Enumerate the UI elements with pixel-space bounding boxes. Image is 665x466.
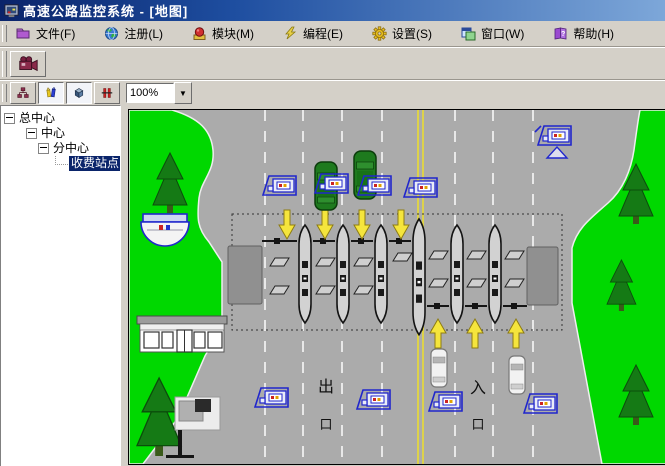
menu-window[interactable]: 窗口(W) <box>455 23 530 44</box>
org-tree-button[interactable] <box>10 82 36 104</box>
draw-pens-button[interactable] <box>38 82 64 104</box>
menu-register-label: 注册(L) <box>124 27 163 41</box>
zoom-combo: ▼ <box>126 82 192 104</box>
file-icon <box>16 28 30 39</box>
white-car <box>508 355 526 395</box>
tree-item-label[interactable]: 分中心 <box>53 141 89 156</box>
toll-island <box>450 224 464 324</box>
help-book-icon: ? <box>554 27 567 40</box>
app-window: 高速公路监控系统 - [地图] 文件(F) 注册(L) 模块(M) 编程(E) … <box>0 0 665 466</box>
toll-island <box>374 224 388 324</box>
toll-island <box>298 224 312 324</box>
zoom-dropdown-button[interactable]: ▼ <box>174 82 192 104</box>
tree-item-label-selected[interactable]: 收费站点 <box>69 156 120 171</box>
org-tree-icon <box>17 87 29 98</box>
menu-bar: 文件(F) 注册(L) 模块(M) 编程(E) 设置(S) 窗口(W) ? 帮助… <box>0 21 665 47</box>
draw-pens-icon <box>46 86 56 98</box>
menu-file-label: 文件(F) <box>36 27 76 41</box>
map-canvas[interactable]: 出 口 入 口 <box>128 109 665 465</box>
entrance-label-char1: 入 <box>470 380 486 397</box>
camcorder-icon <box>19 55 38 71</box>
menu-settings[interactable]: 设置(S) <box>366 23 438 44</box>
toll-island <box>488 224 502 324</box>
toll-island <box>336 224 350 324</box>
svg-text:?: ? <box>561 31 565 38</box>
collapse-box-icon[interactable] <box>26 128 37 139</box>
register-globe-icon <box>105 27 119 40</box>
tree-connector <box>55 156 68 165</box>
map-pane: 出 口 入 口 <box>121 105 665 466</box>
menu-file[interactable]: 文件(F) <box>10 23 81 44</box>
menu-module-label: 模块(M) <box>212 27 254 41</box>
barrier-block-right <box>526 246 559 306</box>
menu-settings-label: 设置(S) <box>392 27 432 41</box>
exit-label-char1: 出 <box>318 378 334 396</box>
menu-grip[interactable] <box>2 25 7 42</box>
toll-office-building <box>136 315 228 353</box>
program-lightning-icon <box>285 26 297 40</box>
menu-register[interactable]: 注册(L) <box>98 23 169 44</box>
chevron-down-icon: ▼ <box>179 88 187 98</box>
menu-help[interactable]: ? 帮助(H) <box>547 23 620 44</box>
toolbar-view-grip[interactable] <box>2 84 7 102</box>
cube-3d-icon <box>74 88 84 99</box>
tree-item-subcenter[interactable]: 分中心 <box>1 141 120 156</box>
zoom-input[interactable] <box>126 83 174 103</box>
window-title: 高速公路监控系统 - [地图] <box>23 4 189 19</box>
gate-pillars-icon <box>101 88 113 98</box>
content-area: 总中心 中心 分中心 收费站点 出 口 入 口 <box>0 105 665 466</box>
menu-program[interactable]: 编程(E) <box>277 23 349 44</box>
gate-pillars-button[interactable] <box>94 82 120 104</box>
tree-item-center[interactable]: 中心 <box>1 126 120 141</box>
video-camera-button[interactable] <box>10 50 46 77</box>
module-icon <box>193 27 206 40</box>
menu-module[interactable]: 模块(M) <box>186 23 260 44</box>
barrier-block-left <box>227 245 263 305</box>
tree-item-label[interactable]: 总中心 <box>19 111 55 126</box>
menu-window-label: 窗口(W) <box>481 27 525 41</box>
toolbar-view: ▼ <box>0 80 665 105</box>
collapse-box-icon[interactable] <box>38 143 49 154</box>
tree-item-label[interactable]: 中心 <box>41 126 65 141</box>
settings-gear-icon <box>372 26 387 41</box>
tree-panel: 总中心 中心 分中心 收费站点 <box>0 105 121 466</box>
white-car <box>430 348 448 388</box>
entrance-label-char2: 口 <box>471 417 484 432</box>
toll-island-center <box>412 218 426 336</box>
app-icon[interactable] <box>4 3 19 18</box>
tree-item-toll-station[interactable]: 收费站点 <box>1 156 120 171</box>
cube-3d-button[interactable] <box>66 82 92 104</box>
toolbar-main <box>0 47 665 80</box>
title-bar[interactable]: 高速公路监控系统 - [地图] <box>0 0 665 21</box>
menu-help-label: 帮助(H) <box>573 27 614 41</box>
toolbar-main-grip[interactable] <box>2 50 7 77</box>
collapse-box-icon[interactable] <box>4 113 15 124</box>
tree-item-headquarters[interactable]: 总中心 <box>1 111 120 126</box>
menu-program-label: 编程(E) <box>303 27 343 41</box>
exit-label-char2: 口 <box>319 417 332 432</box>
window-icon <box>461 27 476 41</box>
